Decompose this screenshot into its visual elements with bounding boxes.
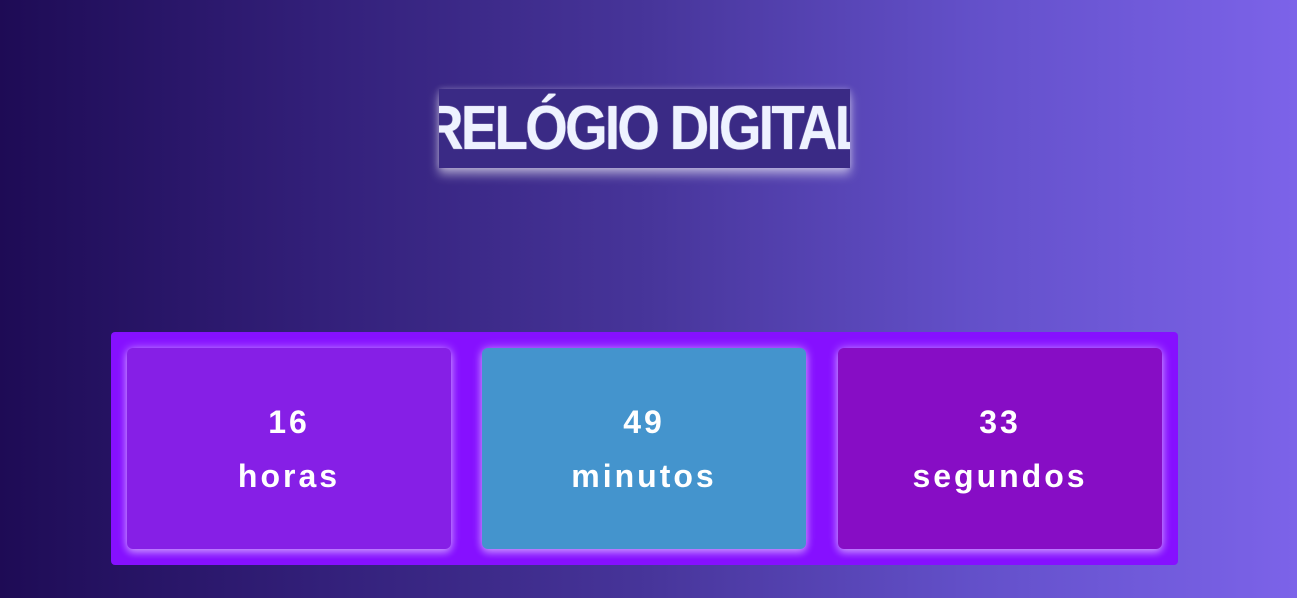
page-title: RELÓGIO DIGITAL — [439, 93, 850, 163]
digital-clock: 16 horas 49 minutos 33 segundos — [111, 332, 1178, 565]
minutes-value: 49 — [623, 403, 665, 440]
seconds-label: segundos — [912, 457, 1088, 494]
hours-box: 16 horas — [127, 348, 451, 549]
seconds-box: 33 segundos — [838, 348, 1162, 549]
hours-label: horas — [237, 457, 341, 494]
seconds-value: 33 — [979, 403, 1021, 440]
minutes-box: 49 minutos — [482, 348, 806, 549]
minutes-label: minutos — [571, 457, 717, 494]
title-banner: RELÓGIO DIGITAL — [439, 89, 850, 168]
hours-value: 16 — [268, 403, 310, 440]
